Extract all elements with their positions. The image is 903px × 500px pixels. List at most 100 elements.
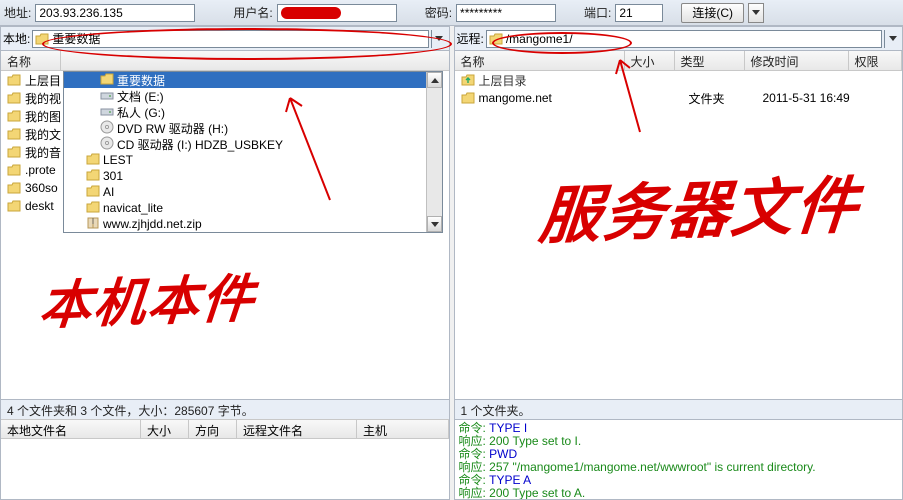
local-filelist[interactable]: 上层目我的视我的图我的文我的音 .prote 360so deskt 重要数据文档 (…	[1, 71, 449, 399]
port-label: 端口:	[584, 4, 611, 21]
dropdown-item[interactable]: AI	[64, 184, 442, 200]
col-type[interactable]: 类型	[675, 51, 745, 70]
remote-statusbar: 1 个文件夹。	[455, 399, 903, 419]
scroll-down-button[interactable]	[427, 216, 442, 232]
row-name: .prote	[25, 163, 56, 177]
password-input[interactable]	[456, 4, 556, 22]
dropdown-item[interactable]: 私人 (G:)	[64, 104, 442, 120]
local-statusbar: 4 个文件夹和 3 个文件，大小：285607 字节。	[1, 399, 449, 419]
address-input[interactable]	[35, 4, 195, 22]
col-name[interactable]: 名称	[1, 51, 61, 70]
local-panel: 本地: 重要数据 名称 上层目我的视我的图我的文我的音 .prote 360so de…	[0, 26, 450, 500]
port-input[interactable]	[615, 4, 663, 22]
connection-toolbar: 地址: 用户名: 密码: 端口: 连接(C)	[0, 0, 903, 26]
zip-icon	[86, 216, 100, 233]
chevron-down-icon	[889, 36, 897, 41]
dropdown-item[interactable]: CD 驱动器 (I:) HDZB_USBKEY	[64, 136, 442, 152]
dropdown-item[interactable]: navicat_lite	[64, 200, 442, 216]
folder-icon	[86, 153, 100, 168]
cd-icon	[100, 120, 114, 137]
col-mtime[interactable]: 修改时间	[745, 51, 849, 70]
col-perm[interactable]: 权限	[849, 51, 903, 70]
folder-icon	[7, 128, 21, 140]
username-input[interactable]	[277, 4, 397, 22]
row-name: 上层目录	[479, 72, 527, 89]
dropdown-item-label: AI	[103, 185, 114, 199]
folder-icon	[7, 92, 21, 104]
connect-dropdown-button[interactable]	[748, 3, 764, 23]
local-pathbar: 本地: 重要数据	[1, 27, 449, 51]
folder-icon	[461, 92, 475, 104]
local-column-headers: 名称	[1, 51, 449, 71]
remote-column-headers: 名称 大小 类型 修改时间 权限	[455, 51, 903, 71]
qcol-remotename[interactable]: 远程文件名	[237, 420, 357, 438]
remote-filelist[interactable]: 上层目录 mangome.net 文件夹 2011-5-31 16:49	[455, 71, 903, 382]
qcol-direction[interactable]: 方向	[189, 420, 237, 438]
folder-icon	[86, 201, 100, 216]
dropdown-item[interactable]: 文档 (E:)	[64, 88, 442, 104]
chevron-up-icon	[431, 78, 439, 83]
folder-icon	[35, 33, 49, 45]
local-folder-dropdown[interactable]: 重要数据文档 (E:)私人 (G:)DVD RW 驱动器 (H:)CD 驱动器 …	[63, 71, 443, 233]
drive-icon	[100, 89, 114, 104]
dropdown-item-label: navicat_lite	[103, 201, 163, 215]
chevron-down-icon	[435, 36, 443, 41]
row-name: 我的视	[25, 90, 61, 107]
folder-icon	[7, 164, 21, 176]
row-name: deskt	[25, 199, 54, 213]
dropdown-item-label: 301	[103, 169, 123, 183]
remote-panel: 远程: /mangome1/ 名称 大小 类型 修改时间 权限 上层目录	[454, 26, 903, 500]
remote-path-input[interactable]: /mangome1/	[486, 30, 882, 48]
redacted-username	[281, 7, 341, 19]
cd-icon	[100, 136, 114, 153]
local-path-dropdown-button[interactable]	[431, 30, 447, 48]
qcol-host[interactable]: 主机	[357, 420, 449, 438]
folder-icon	[86, 185, 100, 200]
password-label: 密码:	[425, 4, 452, 21]
dropdown-item-label: 文档 (E:)	[117, 88, 164, 105]
dropdown-item[interactable]: DVD RW 驱动器 (H:)	[64, 120, 442, 136]
dropdown-scrollbar[interactable]	[426, 72, 442, 232]
row-name: 我的音	[25, 144, 61, 161]
folder-icon	[7, 182, 21, 194]
folder-icon	[100, 73, 114, 88]
local-path-input[interactable]: 重要数据	[32, 30, 428, 48]
dropdown-item-label: LEST	[103, 153, 133, 167]
col-size[interactable]: 大小	[625, 51, 675, 70]
row-mtime: 2011-5-31 16:49	[763, 91, 873, 105]
qcol-localname[interactable]: 本地文件名	[1, 420, 141, 438]
drive-icon	[100, 105, 114, 120]
connect-button[interactable]: 连接(C)	[681, 3, 744, 23]
folder-icon	[7, 74, 21, 86]
row-name: 我的文	[25, 126, 61, 143]
chevron-down-icon	[431, 222, 439, 227]
row-name: mangome.net	[479, 91, 631, 105]
dropdown-item[interactable]: 重要数据	[64, 72, 442, 88]
remote-path-label: 远程:	[457, 30, 484, 47]
remote-hscroll[interactable]	[455, 382, 903, 399]
console-line: 响应: 200 Type set to A.	[459, 487, 899, 499]
console-line: 响应: 200 Type set to I.	[459, 435, 899, 448]
folder-up-icon	[461, 74, 475, 86]
col-name[interactable]: 名称	[455, 51, 625, 70]
dropdown-item-label: www.zjhjdd.net.zip	[103, 217, 202, 231]
queue-body[interactable]	[1, 439, 449, 499]
file-row[interactable]: mangome.net 文件夹 2011-5-31 16:49	[455, 89, 903, 107]
scroll-up-button[interactable]	[427, 72, 442, 88]
dropdown-item-label: DVD RW 驱动器 (H:)	[117, 120, 228, 137]
dropdown-item[interactable]: www.zjhjdd.net.zip	[64, 216, 442, 232]
local-path-text: 重要数据	[52, 30, 100, 47]
folder-icon	[7, 146, 21, 158]
qcol-size[interactable]: 大小	[141, 420, 189, 438]
row-name: 上层目	[25, 72, 61, 89]
remote-pathbar: 远程: /mangome1/	[455, 27, 903, 51]
row-name: 360so	[25, 181, 58, 195]
address-label: 地址:	[4, 4, 31, 21]
row-name: 我的图	[25, 108, 61, 125]
dropdown-item[interactable]: 301	[64, 168, 442, 184]
dropdown-item[interactable]: LEST	[64, 152, 442, 168]
parent-dir-row[interactable]: 上层目录	[455, 71, 903, 89]
ftp-log-console[interactable]: 命令: TYPE I响应: 200 Type set to I.命令: PWD响…	[455, 419, 903, 499]
row-type: 文件夹	[689, 90, 759, 107]
remote-path-dropdown-button[interactable]	[884, 30, 900, 48]
